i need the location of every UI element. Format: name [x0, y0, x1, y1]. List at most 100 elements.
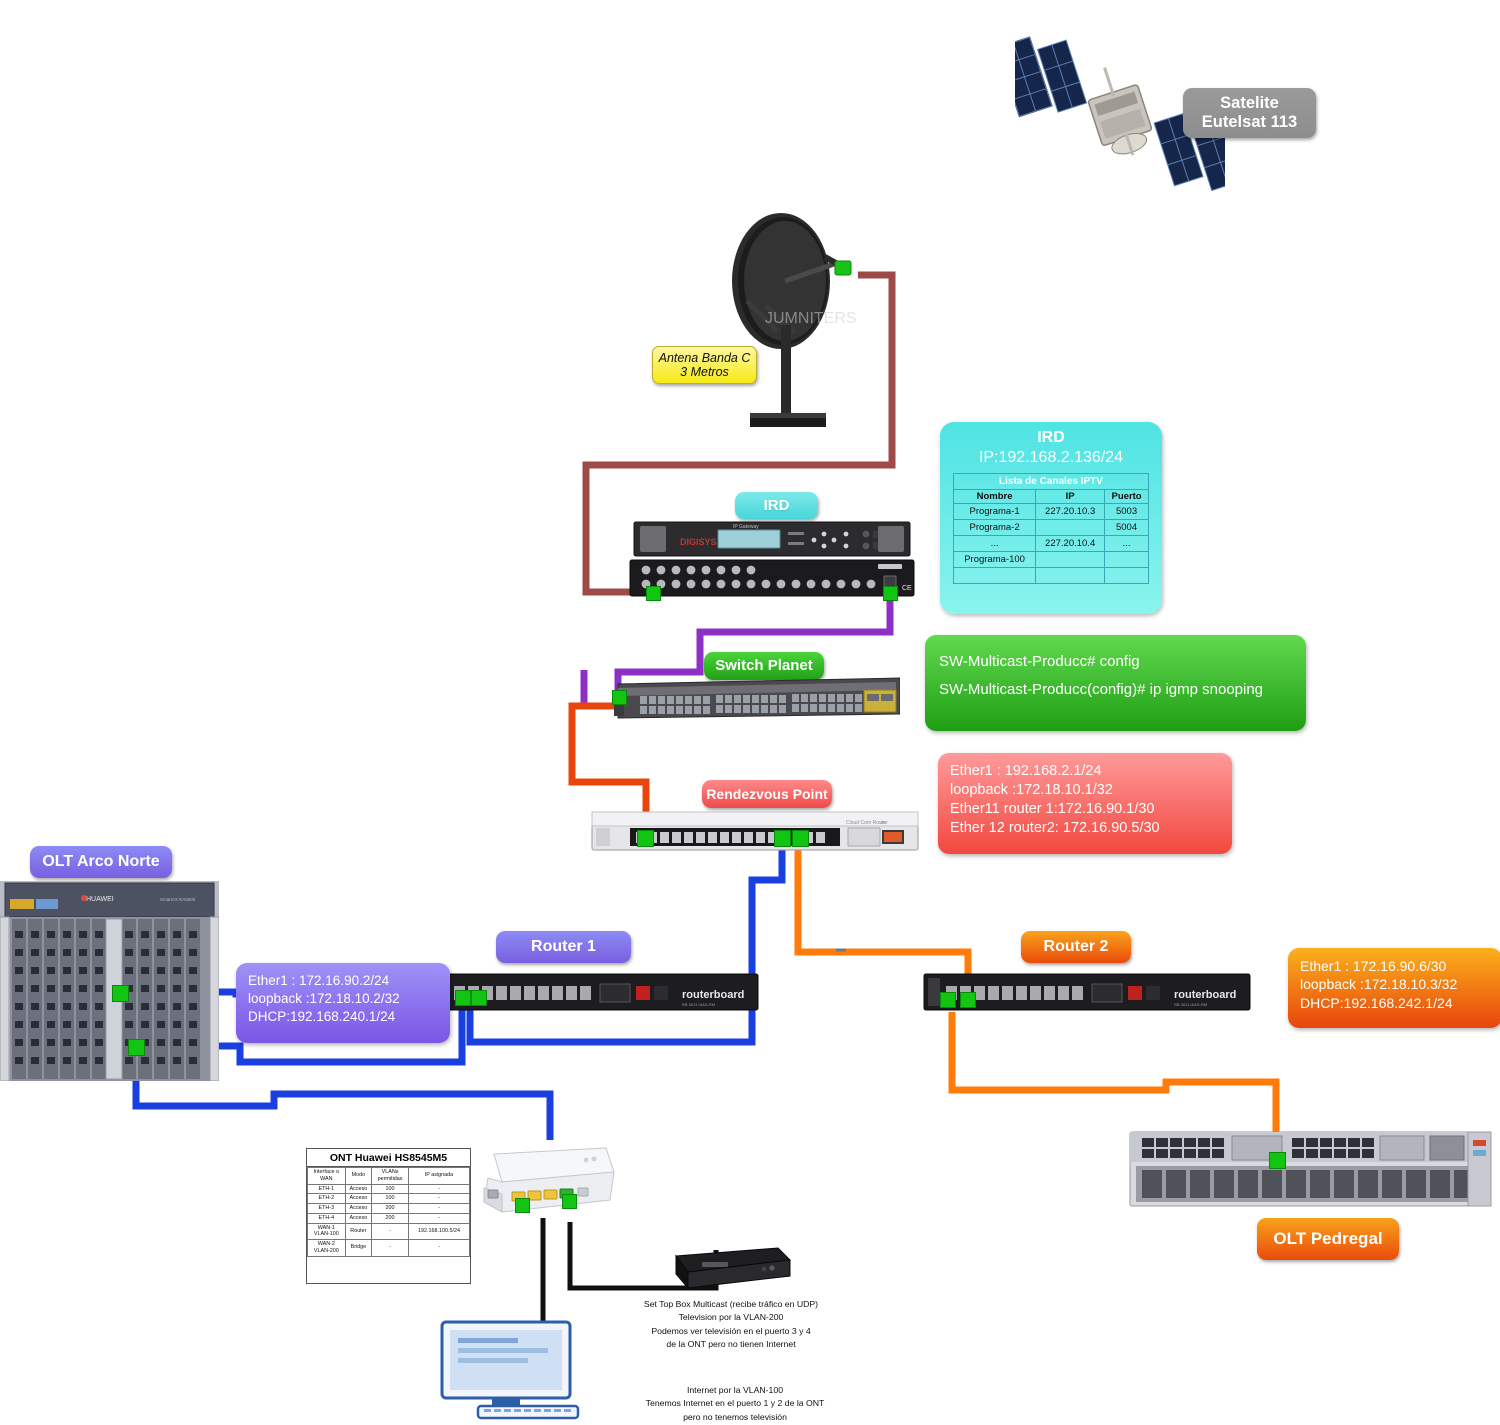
ird-channel-table: Lista de Canales IPTV Nombre IP Puerto Progr…: [952, 473, 1149, 584]
router2-tag: Router 2: [1021, 931, 1131, 963]
stb-note-line3: Podemos ver televisión en el puerto 3 y …: [651, 1325, 811, 1336]
ont-cell-4-ip: 192.168.100.5/24: [407, 1222, 471, 1240]
ont-cell-1-iface: ETH-2: [307, 1193, 346, 1204]
ird-cell-1-2: 5004: [1104, 519, 1149, 536]
stb-note-line2: Television por la VLAN-200: [678, 1312, 784, 1323]
svg-text:CE: CE: [902, 585, 912, 592]
ont-port-lan1: [515, 1198, 530, 1213]
ont-cell-0-ip: -: [407, 1183, 471, 1195]
router2-config-callout: Ether1 : 172.16.90.6/30 loopback :172.18…: [1288, 948, 1500, 1028]
olt-pedregal-graphic: [1128, 1128, 1493, 1210]
ont-header-1: Modo: [344, 1167, 373, 1185]
stb-note-line1: Set Top Box Multicast (recibe tráfico en…: [643, 1299, 819, 1309]
olt-norte-port-uplink1: [112, 985, 129, 1002]
ont-cell-4-vlans: -: [371, 1222, 409, 1240]
svg-text:SmartAX EA5800: SmartAX EA5800: [160, 897, 196, 902]
ont-cell-3-ip: -: [407, 1212, 471, 1224]
ont-port-lan3: [562, 1194, 577, 1209]
router1-config-line-2: DHCP:192.168.240.1/24: [248, 1008, 396, 1024]
ont-cell-0-vlans: 100: [371, 1183, 409, 1195]
ird-cell-3-1: [1035, 551, 1106, 568]
ont-cell-2-vlans: 200: [371, 1203, 409, 1214]
svg-text:RB: RB: [880, 820, 886, 825]
ont-cell-3-modo: Acceso: [344, 1212, 373, 1224]
ird-table-row: Programa-2 5004: [952, 519, 1149, 536]
ont-table-title: ONT Huawei HS8545M5: [307, 1149, 470, 1167]
ird-tag: IRD: [735, 492, 818, 519]
satellite-label-line1: Satelite: [1220, 94, 1279, 113]
ont-table-row: ETH-2 Acceso 100-: [307, 1193, 471, 1204]
ird-card-title: IRD: [1037, 429, 1065, 446]
switch-config-callout: SW-Multicast-Producc# config SW-Multicas…: [925, 635, 1306, 731]
internet-note-line1: Internet por la VLAN-100: [686, 1385, 784, 1395]
ont-cell-3-vlans: 200: [371, 1212, 409, 1224]
stb-note-line4: de la ONT pero no tienen Internet: [666, 1339, 796, 1350]
router1-port-ether3: [471, 990, 487, 1006]
switch-config-line2: SW-Multicast-Producc(config)# ip igmp sn…: [939, 680, 1264, 698]
ird-cell-3-2: [1104, 551, 1149, 568]
satellite-label-line2: Eutelsat 113: [1201, 113, 1298, 131]
ird-table-row: Programa-100: [952, 551, 1149, 568]
ird-cell-3-0: Programa-100: [952, 551, 1037, 568]
ont-table: Interface o WAN Modo VLANs permitidas IP asig…: [307, 1167, 471, 1257]
ird-cell-4-0: [952, 567, 1037, 584]
ird-port-in: [646, 586, 661, 601]
router2-config-line-1: loopback :172.18.10.3/32: [1300, 976, 1458, 993]
ird-table-header-1: IP: [1035, 489, 1106, 504]
satellite-dish-graphic: JUMNITERS: [725, 205, 875, 440]
ont-cell-2-modo: Acceso: [344, 1203, 373, 1214]
svg-text:JUMNITERS: JUMNITERS: [765, 310, 857, 327]
antenna-label-line2: 3 Metros: [680, 365, 729, 379]
ont-cell-4-iface: WAN-1 VLAN-100: [307, 1222, 346, 1240]
ird-cell-2-1: 227.20.10.4: [1035, 535, 1106, 552]
olt-arco-norte-tag: OLT Arco Norte: [30, 846, 172, 878]
rp-port-ether12: [792, 830, 809, 847]
router1-port-ether2: [455, 990, 471, 1006]
ont-cell-2-ip: -: [407, 1203, 471, 1214]
ird-table-row: ... 227.20.10.4...: [952, 535, 1149, 552]
ont-cell-5-ip: -: [407, 1239, 471, 1257]
svg-text:RB 3011 UiAS-RM: RB 3011 UiAS-RM: [1174, 1002, 1207, 1007]
svg-text:HUAWEI: HUAWEI: [86, 896, 114, 903]
rp-config-line-1: loopback :172.18.10.1/32: [950, 782, 1113, 799]
ird-info-card: IRD IP:192.168.2.136/24 Lista de Canales…: [940, 422, 1162, 614]
antenna-label: Antena Banda C 3 Metros: [652, 346, 757, 384]
olt-arco-norte-graphic: HUAWEI SmartAX EA5800: [0, 881, 220, 1082]
ont-table-row: ETH-3 Acceso 200-: [307, 1203, 471, 1214]
svg-text:routerboard: routerboard: [1174, 989, 1236, 1001]
ont-cell-3-iface: ETH-4: [307, 1212, 346, 1224]
ird-device-graphic: DIGISYS IP Gateway CE: [628, 518, 916, 598]
ont-table-row: ETH-1 Acceso 100-: [307, 1183, 471, 1195]
ont-table-row: WAN-1 VLAN-100 Router -192.168.100.5/24: [307, 1222, 471, 1240]
pc-graphic: [438, 1320, 588, 1420]
ont-cell-5-modo: Bridge: [344, 1239, 373, 1257]
internet-note-line2: Tenemos Internet en el puerto 1 y 2 de l…: [645, 1398, 825, 1409]
ird-port-out: [883, 586, 898, 601]
ont-table-row: WAN-2 VLAN-200 Bridge - -: [307, 1239, 471, 1257]
router1-config-line-0: Ether1 : 172.16.90.2/24: [248, 973, 390, 988]
antenna-label-line1: Antena Banda C: [658, 350, 751, 365]
ont-cell-4-modo: Router: [344, 1222, 373, 1240]
ont-header-2: VLANs permitidas: [371, 1167, 409, 1185]
ird-cell-2-2: ...: [1104, 535, 1149, 552]
svg-text:RB 3011 UiAS-RM: RB 3011 UiAS-RM: [682, 1002, 715, 1007]
ont-cell-2-iface: ETH-3: [307, 1203, 346, 1214]
rp-config-line-0: Ether1 : 192.168.2.1/24: [950, 763, 1102, 779]
ont-cell-5-iface: WAN-2 VLAN-200: [307, 1239, 346, 1257]
ont-header-0: Interface o WAN: [307, 1167, 346, 1185]
ird-cell-2-0: ...: [952, 535, 1037, 552]
router1-config-line-1: loopback :172.18.10.2/32: [248, 990, 400, 1006]
ird-cell-0-0: Programa-1: [952, 503, 1037, 520]
ont-table-row: ETH-4 Acceso 200-: [307, 1212, 471, 1224]
rp-port-ether1: [637, 830, 654, 847]
set-top-box-graphic: [672, 1242, 794, 1296]
ird-cell-4-2: [1104, 567, 1149, 584]
svg-text:DIGISYS: DIGISYS: [680, 537, 717, 547]
ont-cell-0-modo: Acceso: [344, 1183, 373, 1195]
svg-text:IP Gateway: IP Gateway: [733, 524, 759, 530]
switch-config-line1: SW-Multicast-Producc# config: [939, 653, 1140, 670]
internet-note: Internet por la VLAN-100 Tenemos Interne…: [590, 1384, 880, 1424]
ird-table-header-0: Nombre: [952, 489, 1037, 504]
ird-table-header-2: Puerto: [1104, 489, 1149, 504]
rp-config-callout: Ether1 : 192.168.2.1/24 loopback :172.18…: [938, 753, 1232, 854]
